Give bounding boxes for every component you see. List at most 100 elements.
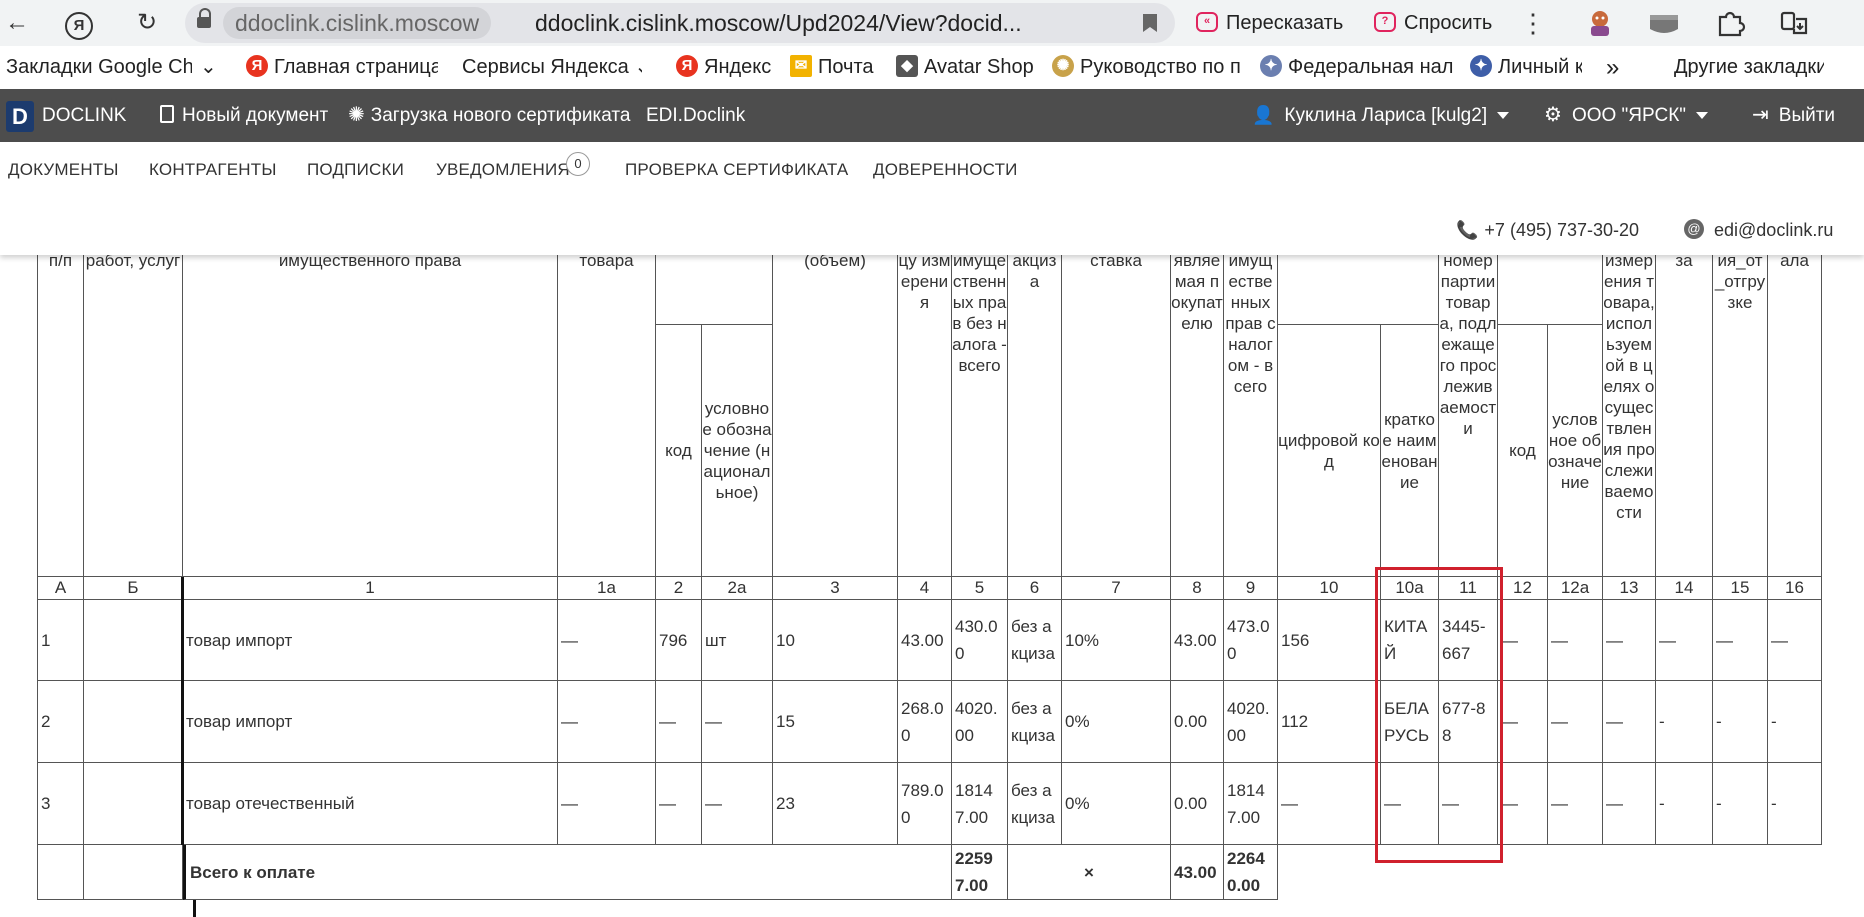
menu-documents[interactable]: ДОКУМЕНТЫ [8,160,119,180]
total-amount-no-tax: 22597.00 [952,845,1008,900]
column-subheader: цифровой код [1278,325,1381,577]
column-header: за [1656,232,1713,577]
table-cell: 0.00 [1171,681,1224,763]
table-cell: — [656,681,702,763]
table-cell: — [1713,600,1768,681]
column-header: цу измерения [898,232,952,577]
column-header: п/п [38,232,84,577]
column-header: ала [1768,232,1822,577]
table-cell: 18147.00 [952,763,1008,845]
column-number: 1а [558,577,656,600]
menu-powers-of-attorney[interactable]: ДОВЕРЕННОСТИ [873,160,1018,180]
menu-certificate-check[interactable]: ПРОВЕРКА СЕРТИФИКАТА [625,160,848,180]
column-number: Б [84,577,183,600]
highlight-frame [1375,567,1503,863]
table-cell: — [1498,600,1548,681]
total-label: Всего к оплате [183,845,952,900]
table-cell: — [656,763,702,845]
table-cell: 2 [38,681,84,763]
menu-counterparties[interactable]: КОНТРАГЕНТЫ [149,160,277,180]
table-cell: - [1713,763,1768,845]
total-amount-with-tax: 22640.00 [1224,845,1278,900]
table-cell: — [1603,681,1656,763]
column-subheader: краткое наименование [1381,325,1439,577]
column-header: ия_от_отгрузке [1713,232,1768,577]
phone-contact[interactable]: 📞 +7 (495) 737-30-20 [1456,220,1639,241]
column-header: имущественных прав с налогом - всего [1224,232,1278,577]
menu-notifications[interactable]: УВЕДОМЛЕНИЯ [436,160,570,180]
column-number: 4 [898,577,952,600]
table-cell: — [1603,600,1656,681]
column-number: 13 [1603,577,1656,600]
column-number: 9 [1224,577,1278,600]
table-cell: 23 [773,763,898,845]
table-cell: — [702,681,773,763]
column-number: 12 [1498,577,1548,600]
table-cell: — [1603,763,1656,845]
total-tax: 43.00 [1171,845,1224,900]
table-cell: 112 [1278,681,1381,763]
column-number: 2а [702,577,773,600]
table-divider [181,577,184,845]
table-cell: 0% [1062,763,1171,845]
table-cell [84,600,183,681]
column-header: товара [558,232,656,577]
table-cell: 430.00 [952,600,1008,681]
column-subheader: условное обозначение (национальное) [702,325,773,577]
column-number: 14 [1656,577,1713,600]
table-cell: 15 [773,681,898,763]
table-cell: 18147.00 [1224,763,1278,845]
table-cell: без акциза [1008,681,1062,763]
column-header: имущественного права [183,232,558,577]
total-excise: × [1008,845,1171,900]
table-cell: 4020.00 [952,681,1008,763]
table-cell: без акциза [1008,763,1062,845]
table-cell: 10% [1062,600,1171,681]
column-subheader: код [656,325,702,577]
table-cell: — [1768,600,1822,681]
table-cell: 473.00 [1224,600,1278,681]
total-cell [38,845,84,900]
table-cell: шт [702,600,773,681]
document-table: п/п работ, услуг имущественного права товар… [0,0,1864,917]
table-cell [84,763,183,845]
column-subheader: код [1498,325,1548,577]
table-cell: 796 [656,600,702,681]
table-cell: без акциза [1008,600,1062,681]
table-cell: — [1548,681,1603,763]
table-cell: 268.00 [898,681,952,763]
column-number: 16 [1768,577,1822,600]
table-cell: — [1548,600,1603,681]
table-cell: - [1713,681,1768,763]
table-cell: — [1656,600,1713,681]
table-cell: - [1768,763,1822,845]
table-cell: 43.00 [1171,600,1224,681]
table-cell: 0% [1062,681,1171,763]
email-contact[interactable]: @ edi@doclink.ru [1684,219,1834,241]
table-cell: 10 [773,600,898,681]
main-menu: ДОКУМЕНТЫ КОНТРАГЕНТЫ ПОДПИСКИ УВЕДОМЛЕН… [0,142,1864,255]
table-cell: товар импорт [183,681,558,763]
menu-subscriptions[interactable]: ПОДПИСКИ [307,160,404,180]
table-cell: — [1548,763,1603,845]
phone-icon: 📞 [1456,220,1479,240]
column-header: измерения товара, используемой в целях о… [1603,232,1656,577]
column-number: 1 [183,577,558,600]
column-header: номер партии товара, подлежащего прослеж… [1439,232,1498,577]
table-cell: — [558,763,656,845]
table-cell: товар импорт [183,600,558,681]
column-header: акциза [1008,232,1062,577]
table-cell: - [1656,681,1713,763]
column-number: 8 [1171,577,1224,600]
column-number: 5 [952,577,1008,600]
table-divider [193,900,196,917]
table-cell: - [1656,763,1713,845]
table-cell: — [1278,763,1381,845]
column-number: 10 [1278,577,1381,600]
email-address: edi@doclink.ru [1714,220,1834,240]
table-cell: — [1498,681,1548,763]
column-subheader: условное обозначение [1548,325,1603,577]
column-number: 12а [1548,577,1603,600]
table-cell: 789.00 [898,763,952,845]
table-cell: 156 [1278,600,1381,681]
